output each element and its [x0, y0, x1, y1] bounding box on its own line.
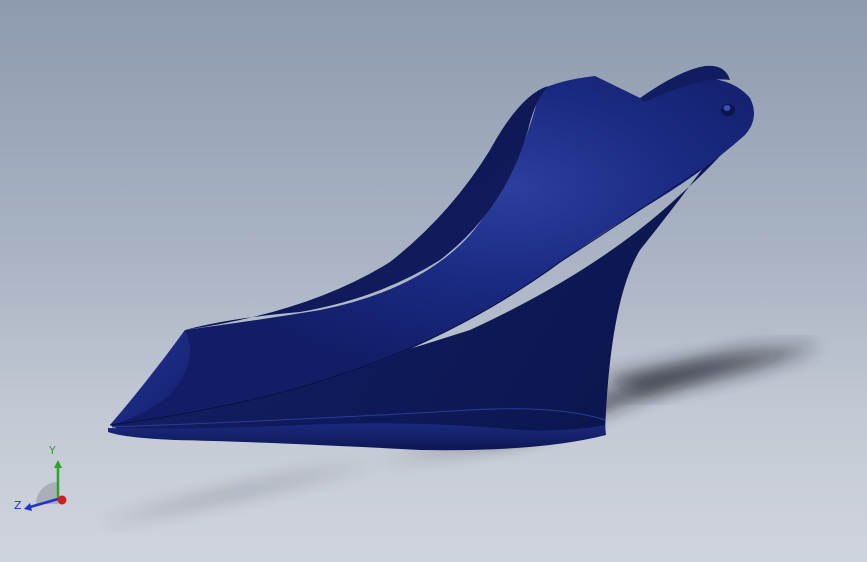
z-axis-label: Z: [14, 499, 22, 512]
reference-triad[interactable]: Y Z: [10, 438, 90, 518]
x-axis-origin: [57, 495, 67, 505]
graphics-viewport[interactable]: Y Z: [0, 0, 867, 562]
model-render[interactable]: [0, 0, 867, 562]
heel-pin-hole: [721, 104, 735, 116]
y-axis-label: Y: [48, 444, 56, 457]
